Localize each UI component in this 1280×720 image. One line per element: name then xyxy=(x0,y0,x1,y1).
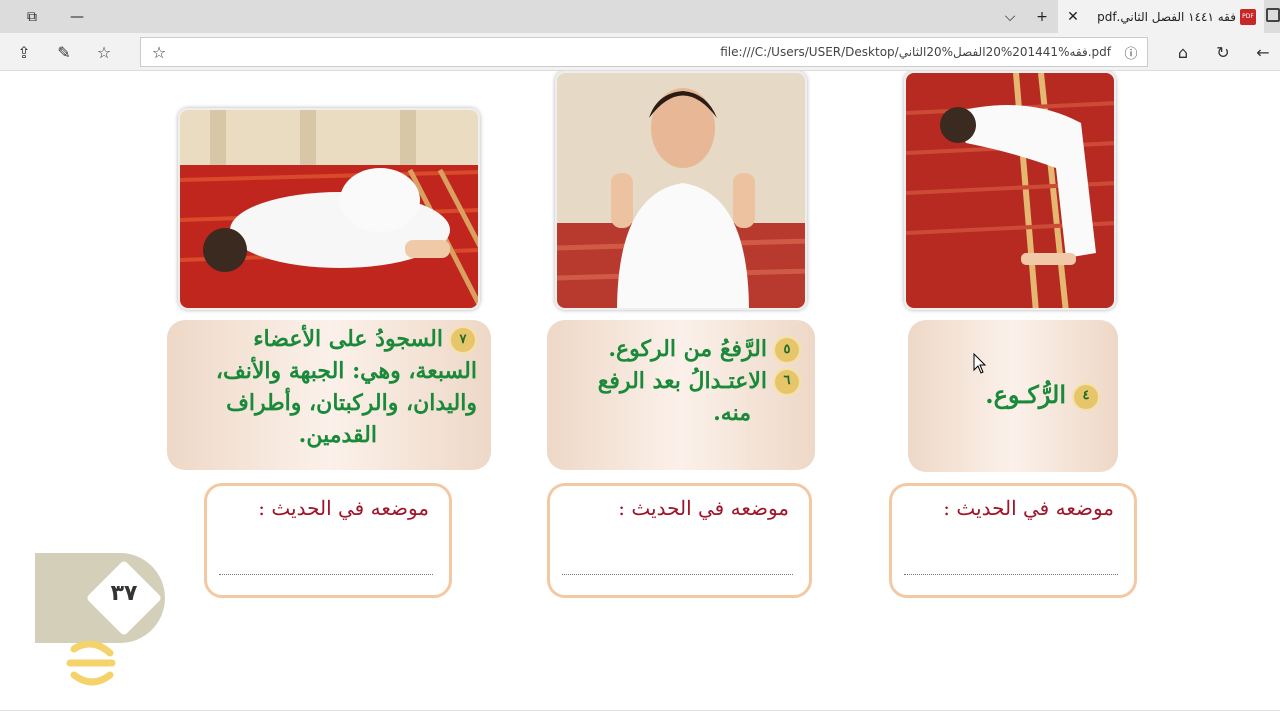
number-badge: ٤ xyxy=(1072,382,1100,411)
minimize-window-icon[interactable]: — xyxy=(55,0,99,33)
hadith-label: موضعه في الحديث : xyxy=(618,496,789,520)
card-line: ٦الاعتـدالُ بعد الرفع xyxy=(555,366,801,398)
hadith-answer-box-middle[interactable]: موضعه في الحديث : xyxy=(547,483,812,598)
browser-tab-bar: ⧉ — ⌵ + ✕ فقه ١٤٤١ الفصل الثاني.pdf PDF xyxy=(0,0,1280,33)
card-line: ٥الرَّفعُ من الركوع. xyxy=(555,334,801,366)
url-text[interactable]: file:///C:/Users/USER/Desktop/فقه%201441… xyxy=(720,45,1111,59)
refresh-icon[interactable]: ↻ xyxy=(1213,42,1233,62)
card-line: واليدان، والركبتان، وأطراف xyxy=(226,389,477,416)
browser-tab-pdf[interactable]: ✕ فقه ١٤٤١ الفصل الثاني.pdf PDF xyxy=(1058,0,1264,33)
home-icon[interactable]: ⌂ xyxy=(1173,42,1193,62)
page-number: ٣٧ xyxy=(110,581,138,606)
pillar-card-rising: ٥الرَّفعُ من الركوع. ٦الاعتـدالُ بعد الر… xyxy=(547,320,815,470)
bowing-photo xyxy=(904,71,1116,310)
favorite-star-icon[interactable]: ☆ xyxy=(149,42,169,62)
card-line: السبعة، وهي: الجبهة والأنف، xyxy=(215,357,477,384)
back-arrow-icon[interactable]: ← xyxy=(1253,42,1273,62)
tab-actions-icon[interactable] xyxy=(1266,8,1280,22)
number-badge: ٧ xyxy=(449,326,477,354)
mouse-cursor-icon xyxy=(973,353,987,374)
pdf-file-icon: PDF xyxy=(1240,8,1256,25)
answer-line xyxy=(219,574,433,575)
close-tab-icon[interactable]: ✕ xyxy=(1058,9,1088,25)
restore-window-icon[interactable]: ⧉ xyxy=(10,0,54,33)
bottom-edge xyxy=(0,710,1280,720)
pillar-card-prostration: ٧السجودُ على الأعضاء السبعة، وهي: الجبهة… xyxy=(167,320,491,470)
card-line: ٧السجودُ على الأعضاء xyxy=(175,324,477,356)
pdf-page: ٧السجودُ على الأعضاء السبعة، وهي: الجبهة… xyxy=(0,71,1280,720)
number-badge: ٦ xyxy=(773,367,801,396)
favorites-list-icon[interactable]: ☆ xyxy=(94,42,114,62)
address-bar[interactable]: ☆ file:///C:/Users/USER/Desktop/فقه%2014… xyxy=(140,37,1148,67)
answer-line xyxy=(562,574,793,575)
standing-photo xyxy=(555,71,807,310)
info-icon[interactable]: ⓘ xyxy=(1121,42,1141,62)
hadith-label: موضعه في الحديث : xyxy=(943,496,1114,520)
publisher-logo-icon xyxy=(66,641,116,686)
pillar-card-bowing: ٤الرُّكـوع. xyxy=(908,320,1118,472)
address-toolbar: ⇪ ✎ ☆ ☆ file:///C:/Users/USER/Desktop/فق… xyxy=(0,33,1280,71)
share-icon[interactable]: ⇪ xyxy=(14,42,34,62)
pen-icon[interactable]: ✎ xyxy=(54,42,74,62)
hadith-answer-box-left[interactable]: موضعه في الحديث : xyxy=(204,483,452,598)
page-number-tab: ٣٧ xyxy=(35,553,165,643)
prostration-photo xyxy=(178,108,480,310)
card-line: منه. xyxy=(713,399,751,426)
number-badge: ٥ xyxy=(773,336,801,364)
card-line: القدمين. xyxy=(298,421,377,448)
hadith-label: موضعه في الحديث : xyxy=(258,496,429,520)
card-line: ٤الرُّكـوع. xyxy=(916,378,1100,413)
answer-line xyxy=(904,574,1118,575)
tab-title: فقه ١٤٤١ الفصل الثاني.pdf xyxy=(1097,9,1236,24)
hadith-answer-box-right[interactable]: موضعه في الحديث : xyxy=(889,483,1137,598)
